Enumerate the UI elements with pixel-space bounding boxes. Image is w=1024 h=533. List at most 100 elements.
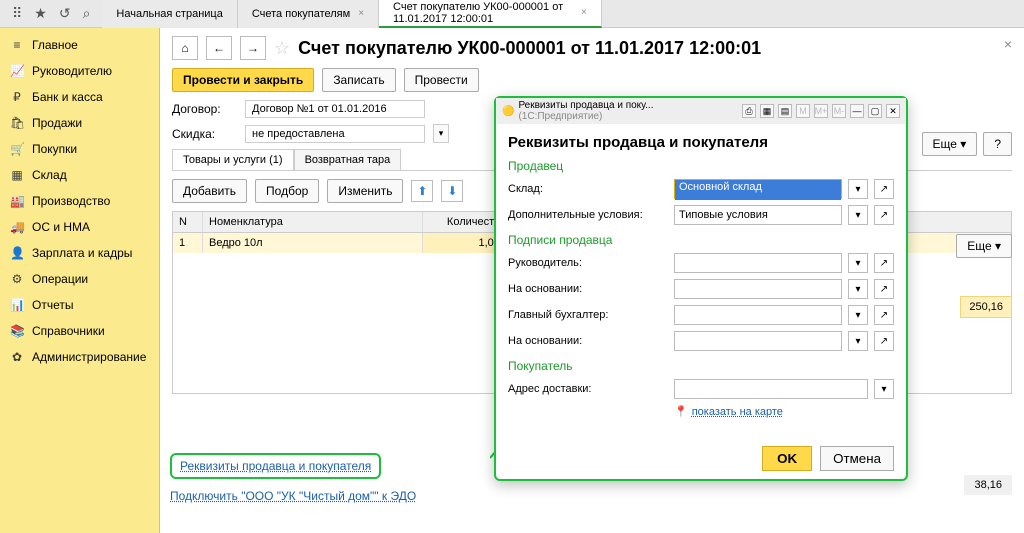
page-title: Счет покупателю УК00-000001 от 11.01.201… xyxy=(298,38,761,59)
dropdown-icon[interactable]: ▾ xyxy=(848,331,868,351)
sidebar-label: Руководителю xyxy=(32,64,112,78)
tab-home[interactable]: Начальная страница xyxy=(102,0,237,28)
post-button[interactable]: Провести xyxy=(404,68,479,92)
basis1-input[interactable] xyxy=(674,279,842,299)
ok-button[interactable]: OK xyxy=(762,446,812,471)
favorite-icon[interactable]: ☆ xyxy=(274,38,290,59)
tb-grid-icon[interactable]: ▦ xyxy=(760,104,774,118)
tb-print-icon[interactable]: ⎙ xyxy=(742,104,756,118)
tb-maximize-icon[interactable]: ▢ xyxy=(868,104,882,118)
sidebar-label: Продажи xyxy=(32,116,82,130)
accountant-input[interactable] xyxy=(674,305,842,325)
tab-goods[interactable]: Товары и услуги (1) xyxy=(172,149,294,170)
dropdown-icon[interactable]: ▾ xyxy=(848,205,868,225)
tab-invoices[interactable]: Счета покупателям× xyxy=(238,0,379,28)
footer-value: 38,16 xyxy=(964,475,1012,495)
close-page-icon[interactable]: × xyxy=(1004,36,1012,52)
tb-m-icon[interactable]: M xyxy=(796,104,810,118)
nav-forward-button[interactable]: → xyxy=(240,36,266,60)
sidebar-item-production[interactable]: 🏭Производство xyxy=(0,188,159,214)
warehouse-input[interactable]: Основной склад xyxy=(675,180,841,200)
open-icon[interactable]: ↗ xyxy=(874,179,894,199)
tab-label: Счет покупателю УК00-000001 от 11.01.201… xyxy=(393,1,573,25)
open-icon[interactable]: ↗ xyxy=(874,331,894,351)
search-icon[interactable]: ⌕ xyxy=(83,5,91,22)
help-button[interactable]: ? xyxy=(983,132,1012,156)
dropdown-icon[interactable]: ▾ xyxy=(433,124,449,143)
dialog-titlebar-text: Реквизиты продавца и поку... (1С:Предпри… xyxy=(518,100,738,122)
ruble-icon: ₽ xyxy=(10,90,24,104)
dropdown-icon[interactable]: ▾ xyxy=(848,279,868,299)
menu-icon: ≡ xyxy=(10,38,24,52)
manager-input[interactable] xyxy=(674,253,842,273)
add-button[interactable]: Добавить xyxy=(172,179,247,203)
nav-back-button[interactable]: ← xyxy=(206,36,232,60)
pick-button[interactable]: Подбор xyxy=(255,179,319,203)
accountant-label: Главный бухгалтер: xyxy=(508,309,668,321)
gear-icon: ⚙ xyxy=(10,272,24,286)
edo-link[interactable]: Подключить "ООО "УК "Чистый дом"" к ЭДО xyxy=(170,489,416,503)
tb-close-icon[interactable]: ✕ xyxy=(886,104,900,118)
sidebar-label: Справочники xyxy=(32,324,105,338)
cell-n: 1 xyxy=(173,233,203,253)
more-table-button[interactable]: Еще ▾ xyxy=(956,234,1012,258)
sidebar-item-assets[interactable]: 🚚ОС и НМА xyxy=(0,214,159,240)
sidebar-item-manager[interactable]: 📈Руководителю xyxy=(0,58,159,84)
open-icon[interactable]: ↗ xyxy=(874,205,894,225)
dropdown-icon[interactable]: ▾ xyxy=(874,379,894,399)
dialog-title: Реквизиты продавца и покупателя xyxy=(508,134,894,151)
map-link[interactable]: 📍показать на карте xyxy=(674,405,894,418)
close-icon[interactable]: × xyxy=(358,8,364,19)
delivery-input[interactable] xyxy=(674,379,868,399)
tb-minimize-icon[interactable]: — xyxy=(850,104,864,118)
tab-tare[interactable]: Возвратная тара xyxy=(294,149,402,170)
dropdown-icon[interactable]: ▾ xyxy=(848,253,868,273)
tb-mminus-icon[interactable]: M- xyxy=(832,104,846,118)
tb-mplus-icon[interactable]: M+ xyxy=(814,104,828,118)
basis1-label: На основании: xyxy=(508,283,668,295)
sidebar-item-warehouse[interactable]: ▦Склад xyxy=(0,162,159,188)
details-link-text[interactable]: Реквизиты продавца и покупателя xyxy=(180,459,371,473)
close-icon[interactable]: × xyxy=(581,7,587,18)
open-icon[interactable]: ↗ xyxy=(874,253,894,273)
post-close-button[interactable]: Провести и закрыть xyxy=(172,68,314,92)
sidebar-item-bank[interactable]: ₽Банк и касса xyxy=(0,84,159,110)
sidebar-item-admin[interactable]: ✿Администрирование xyxy=(0,344,159,370)
star-icon[interactable]: ★ xyxy=(34,5,47,22)
nav-home-button[interactable]: ⌂ xyxy=(172,36,198,60)
apps-icon[interactable]: ⠿ xyxy=(12,5,22,22)
sidebar-item-operations[interactable]: ⚙ Операции xyxy=(0,266,159,292)
edit-button[interactable]: Изменить xyxy=(327,179,403,203)
sidebar-item-main[interactable]: ≡Главное xyxy=(0,32,159,58)
sidebar-label: Операции xyxy=(32,272,88,286)
sidebar-label: Отчеты xyxy=(32,298,73,312)
open-icon[interactable]: ↗ xyxy=(874,279,894,299)
open-icon[interactable]: ↗ xyxy=(874,305,894,325)
dropdown-icon[interactable]: ▾ xyxy=(848,305,868,325)
sidebar-item-salary[interactable]: 👤Зарплата и кадры xyxy=(0,240,159,266)
sidebar-item-reports[interactable]: 📊Отчеты xyxy=(0,292,159,318)
sidebar-item-sales[interactable]: 🛍Продажи xyxy=(0,110,159,136)
cancel-button[interactable]: Отмена xyxy=(820,446,894,471)
sidebar-item-purchases[interactable]: 🛒Покупки xyxy=(0,136,159,162)
seller-buyer-dialog: 🟡 Реквизиты продавца и поку... (1С:Предп… xyxy=(494,96,908,481)
write-button[interactable]: Записать xyxy=(322,68,395,92)
basis2-label: На основании: xyxy=(508,335,668,347)
contract-value[interactable]: Договор №1 от 01.01.2016 xyxy=(245,100,425,118)
tb-calc-icon[interactable]: ▤ xyxy=(778,104,792,118)
history-icon[interactable]: ↺ xyxy=(59,5,71,22)
dropdown-icon[interactable]: ▾ xyxy=(848,179,868,199)
basis2-input[interactable] xyxy=(674,331,842,351)
sidebar-item-catalogs[interactable]: 📚Справочники xyxy=(0,318,159,344)
sidebar-label: Зарплата и кадры xyxy=(32,246,132,260)
move-down-button[interactable]: ⬇ xyxy=(441,180,463,202)
signatures-section: Подписи продавца xyxy=(508,233,894,247)
tab-invoice[interactable]: Счет покупателю УК00-000001 от 11.01.201… xyxy=(379,0,602,28)
extra-input[interactable] xyxy=(674,205,842,225)
right-value: 250,16 xyxy=(960,296,1012,318)
more-button[interactable]: Еще ▾ xyxy=(922,132,978,156)
move-up-button[interactable]: ⬆ xyxy=(411,180,433,202)
more-label: Еще xyxy=(967,239,991,253)
seller-buyer-details-link[interactable]: Реквизиты продавца и покупателя xyxy=(170,453,381,479)
discount-value[interactable]: не предоставлена xyxy=(245,125,425,143)
